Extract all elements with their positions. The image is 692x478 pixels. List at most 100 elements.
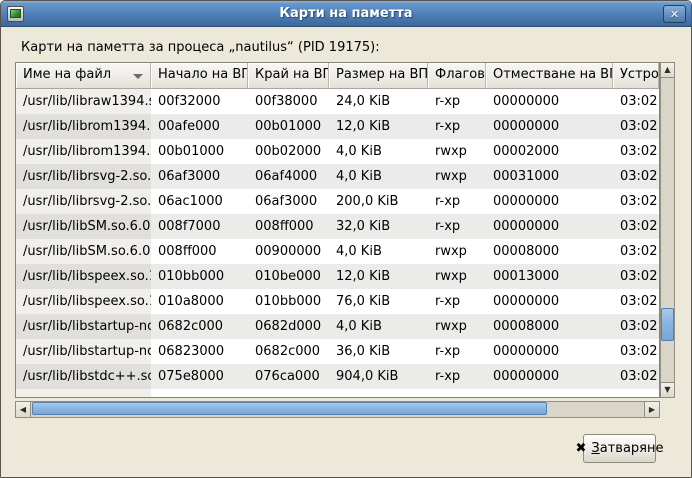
close-icon: ✕ — [670, 9, 679, 20]
cell-vm_offset: 00031000 — [486, 164, 613, 189]
cell-device: 03:02 — [613, 364, 659, 389]
vertical-scrollbar[interactable]: ▲ ▼ — [660, 62, 675, 398]
cell-flags: r-xp — [428, 339, 486, 364]
cell-vm_size: 32,0 KiB — [329, 214, 428, 239]
cell-vm_end: 06af3000 — [248, 189, 329, 214]
cell-vm_offset: 00000000 — [486, 214, 613, 239]
column-header-vm_offset[interactable]: Отместване на ВП — [486, 63, 613, 89]
table-row[interactable]: /usr/lib/libraw1394.s00f3200000f3800024,… — [16, 89, 659, 114]
cell-vm_offset: 00000000 — [486, 339, 613, 364]
cell-vm_size: 24,0 KiB — [329, 89, 428, 114]
cell-vm_size: 904,0 KiB — [329, 364, 428, 389]
cell-flags: r-xp — [428, 289, 486, 314]
cell-filename: /usr/lib/libstdc++.so. — [16, 364, 151, 389]
column-header-label: Устро — [620, 67, 659, 82]
cell-vm_offset: 00000000 — [486, 114, 613, 139]
table-row[interactable]: /usr/lib/libstdc++.so.075e8000076ca00090… — [16, 364, 659, 389]
close-x-icon: ✖ — [576, 441, 587, 456]
cell-vm_end: 00900000 — [248, 239, 329, 264]
cell-device: 03:02 — [613, 164, 659, 189]
cell-filename: /usr/lib/libspeex.so.1 — [16, 264, 151, 289]
cell-flags: r-xp — [428, 114, 486, 139]
process-caption: Карти на паметта за процеса „nautilus“ (… — [21, 40, 380, 55]
cell-filename: /usr/lib/libstartup-not — [16, 339, 151, 364]
cell-filename: /usr/lib/libraw1394.s — [16, 89, 151, 114]
cell-flags: rwxp — [428, 139, 486, 164]
column-header-vm_end[interactable]: Край на ВП — [248, 63, 329, 89]
cell-vm_size: 12,0 KiB — [329, 114, 428, 139]
table-row[interactable]: /usr/lib/libstartup-not068230000682c0003… — [16, 339, 659, 364]
table-header-row: Име на файл Начало на ВП Край на ВП Размер … — [16, 63, 659, 89]
column-header-vm_size[interactable]: Размер на ВП — [329, 63, 428, 89]
cell-device: 03:02 — [613, 239, 659, 264]
cell-vm_start: 06823000 — [151, 339, 248, 364]
table-row[interactable]: /usr/lib/librom1394.s00afe00000b0100012,… — [16, 114, 659, 139]
cell-filename: /usr/lib/libspeex.so.1 — [16, 289, 151, 314]
cell-vm_size: 4,0 KiB — [329, 239, 428, 264]
cell-vm_size: 12,0 KiB — [329, 264, 428, 289]
cell-device: 03:02 — [613, 189, 659, 214]
column-header-flags[interactable]: Флагове — [428, 63, 486, 89]
cell-vm_start: 00afe000 — [151, 114, 248, 139]
column-header-filename[interactable]: Име на файл — [16, 63, 151, 89]
scroll-down-arrow-icon[interactable]: ▼ — [660, 382, 675, 398]
column-header-label: Отместване на ВП — [493, 67, 613, 82]
scroll-left-arrow-icon[interactable]: ◀ — [15, 401, 31, 418]
cell-device: 03:02 — [613, 214, 659, 239]
table-empty-area — [16, 389, 659, 398]
cell-vm_end: 0682d000 — [248, 314, 329, 339]
table-row[interactable]: /usr/lib/libstartup-not0682c0000682d0004… — [16, 314, 659, 339]
table-row[interactable]: /usr/lib/libSM.so.6.0.0008f7000008ff0003… — [16, 214, 659, 239]
table-row[interactable]: /usr/lib/librom1394.s00b0100000b020004,0… — [16, 139, 659, 164]
column-header-vm_start[interactable]: Начало на ВП — [151, 63, 248, 89]
column-header-label: Край на ВП — [255, 67, 329, 82]
cell-flags: rwxp — [428, 164, 486, 189]
cell-filename: /usr/lib/libSM.so.6.0.0 — [16, 239, 151, 264]
column-header-label: Размер на ВП — [336, 67, 428, 82]
cell-vm_start: 06ac1000 — [151, 189, 248, 214]
table-row[interactable]: /usr/lib/librsvg-2.so.206af300006af40004… — [16, 164, 659, 189]
titlebar[interactable]: Карти на паметта ✕ — [1, 1, 691, 27]
cell-vm_offset: 00000000 — [486, 364, 613, 389]
cell-vm_start: 075e8000 — [151, 364, 248, 389]
cell-vm_offset: 00000000 — [486, 89, 613, 114]
close-button[interactable]: ✖ Затваряне — [583, 434, 656, 463]
cell-flags: rwxp — [428, 239, 486, 264]
cell-vm_size: 36,0 KiB — [329, 339, 428, 364]
cell-vm_start: 06af3000 — [151, 164, 248, 189]
cell-vm_end: 010bb000 — [248, 289, 329, 314]
cell-vm_start: 008f7000 — [151, 214, 248, 239]
cell-vm_end: 010be000 — [248, 264, 329, 289]
cell-vm_end: 076ca000 — [248, 364, 329, 389]
cell-vm_offset: 00008000 — [486, 239, 613, 264]
table-row[interactable]: /usr/lib/libspeex.so.1010bb000010be00012… — [16, 264, 659, 289]
column-header-device[interactable]: Устро — [613, 63, 659, 89]
table-row[interactable]: /usr/lib/librsvg-2.so.206ac100006af30002… — [16, 189, 659, 214]
column-header-label: Име на файл — [23, 67, 111, 82]
cell-vm_size: 200,0 KiB — [329, 189, 428, 214]
cell-vm_offset: 00008000 — [486, 314, 613, 339]
cell-filename: /usr/lib/librsvg-2.so.2 — [16, 164, 151, 189]
cell-filename: /usr/lib/libSM.so.6.0.0 — [16, 214, 151, 239]
table-row[interactable]: /usr/lib/libSM.so.6.0.0008ff000009000004… — [16, 239, 659, 264]
cell-flags: r-xp — [428, 214, 486, 239]
cell-vm_end: 00b01000 — [248, 114, 329, 139]
memory-maps-table: Име на файл Начало на ВП Край на ВП Размер … — [15, 62, 660, 398]
cell-vm_offset: 00013000 — [486, 264, 613, 289]
scroll-up-arrow-icon[interactable]: ▲ — [660, 62, 675, 78]
table-row[interactable]: /usr/lib/libspeex.so.1010a8000010bb00076… — [16, 289, 659, 314]
vertical-scrollbar-thumb[interactable] — [661, 308, 674, 341]
cell-vm_end: 0682c000 — [248, 339, 329, 364]
cell-vm_start: 010bb000 — [151, 264, 248, 289]
scroll-right-arrow-icon[interactable]: ▶ — [644, 401, 660, 418]
cell-vm_size: 4,0 KiB — [329, 164, 428, 189]
table-body: /usr/lib/libraw1394.s00f3200000f3800024,… — [16, 89, 659, 389]
column-header-label: Начало на ВП — [158, 67, 248, 82]
cell-vm_end: 00b02000 — [248, 139, 329, 164]
cell-device: 03:02 — [613, 89, 659, 114]
cell-vm_offset: 00000000 — [486, 189, 613, 214]
horizontal-scrollbar[interactable]: ◀ ▶ — [15, 401, 660, 418]
window-close-button[interactable]: ✕ — [663, 5, 686, 23]
horizontal-scrollbar-thumb[interactable] — [32, 402, 547, 415]
cell-vm_end: 008ff000 — [248, 214, 329, 239]
